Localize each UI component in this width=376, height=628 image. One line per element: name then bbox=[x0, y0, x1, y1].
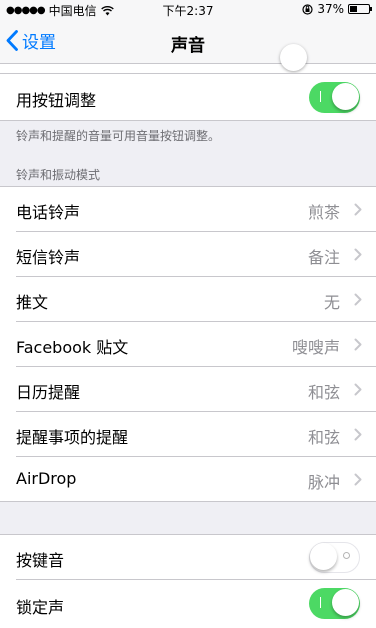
change-with-buttons-switch[interactable] bbox=[309, 82, 360, 113]
change-with-buttons-row[interactable]: 用按钮调整 bbox=[0, 74, 376, 120]
keyboard-clicks-switch[interactable] bbox=[309, 542, 360, 573]
chevron-right-icon bbox=[354, 383, 362, 396]
navigation-bar: 设置 声音 bbox=[0, 20, 376, 64]
section-footer-note: 铃声和提醒的音量可用音量按钮调整。 bbox=[16, 129, 221, 143]
status-bar: ●●●●● 中国电信 下午2:37 37% bbox=[0, 0, 376, 20]
ringtone-row-value: 嗖嗖声 bbox=[291, 338, 340, 357]
ringtone-row-label: 短信铃声 bbox=[16, 248, 81, 267]
battery-percent: 37% bbox=[317, 2, 344, 16]
chevron-right-icon bbox=[354, 293, 362, 306]
status-right: 37% bbox=[302, 2, 372, 16]
ringtone-row-label: 日历提醒 bbox=[16, 383, 81, 402]
lock-sound-row[interactable]: 锁定声 bbox=[0, 580, 376, 628]
switch-knob bbox=[332, 83, 359, 110]
ringtone-row-label: 提醒事项的提醒 bbox=[16, 428, 129, 447]
switch-off-mark bbox=[343, 552, 350, 559]
lock-sound-label: 锁定声 bbox=[16, 598, 65, 617]
orientation-lock-icon bbox=[302, 3, 313, 15]
ringtone-row-value: 和弦 bbox=[307, 383, 340, 402]
ringtone-row-value: 和弦 bbox=[307, 428, 340, 447]
ringtone-row-value: 煎茶 bbox=[307, 203, 340, 222]
ringtone-row[interactable]: 提醒事项的提醒 和弦 bbox=[0, 412, 376, 457]
slider-thumb[interactable] bbox=[280, 44, 307, 71]
ringtone-row[interactable]: 推文 无 bbox=[0, 277, 376, 322]
switch-knob bbox=[332, 589, 359, 616]
chevron-right-icon bbox=[354, 473, 362, 486]
keyboard-clicks-row[interactable]: 按键音 bbox=[0, 535, 376, 580]
ringtone-row-value: 脉冲 bbox=[307, 473, 340, 492]
chevron-right-icon bbox=[354, 338, 362, 351]
ringtone-row-label: AirDrop bbox=[16, 469, 77, 488]
ringtone-row[interactable]: 短信铃声 备注 bbox=[0, 232, 376, 277]
switch-on-mark bbox=[320, 91, 321, 102]
ringtone-row-label: Facebook 贴文 bbox=[16, 338, 129, 357]
divider bbox=[0, 120, 376, 121]
change-with-buttons-label: 用按钮调整 bbox=[16, 91, 97, 110]
volume-slider-row bbox=[0, 44, 376, 73]
row-separator bbox=[0, 501, 376, 502]
ringtone-row-label: 电话铃声 bbox=[16, 203, 81, 222]
chevron-right-icon bbox=[354, 248, 362, 261]
ringtone-row[interactable]: 电话铃声 煎茶 bbox=[0, 187, 376, 232]
section-header: 铃声和振动模式 bbox=[16, 168, 101, 182]
chevron-right-icon bbox=[354, 203, 362, 216]
ringtone-row-label: 推文 bbox=[16, 293, 49, 312]
ringtone-row-value: 备注 bbox=[307, 248, 340, 267]
ringtone-row[interactable]: AirDrop 脉冲 bbox=[0, 457, 376, 502]
keyboard-clicks-label: 按键音 bbox=[16, 551, 65, 570]
lock-sound-switch[interactable] bbox=[309, 588, 360, 619]
ringtone-row[interactable]: Facebook 贴文 嗖嗖声 bbox=[0, 322, 376, 367]
ringtone-row-value: 无 bbox=[323, 293, 340, 312]
battery-icon bbox=[348, 4, 372, 14]
page-title: 声音 bbox=[171, 36, 205, 56]
switch-on-mark bbox=[320, 597, 321, 608]
battery-fill bbox=[350, 6, 357, 12]
ringtone-row[interactable]: 日历提醒 和弦 bbox=[0, 367, 376, 412]
chevron-right-icon bbox=[354, 428, 362, 441]
switch-knob bbox=[310, 543, 337, 570]
